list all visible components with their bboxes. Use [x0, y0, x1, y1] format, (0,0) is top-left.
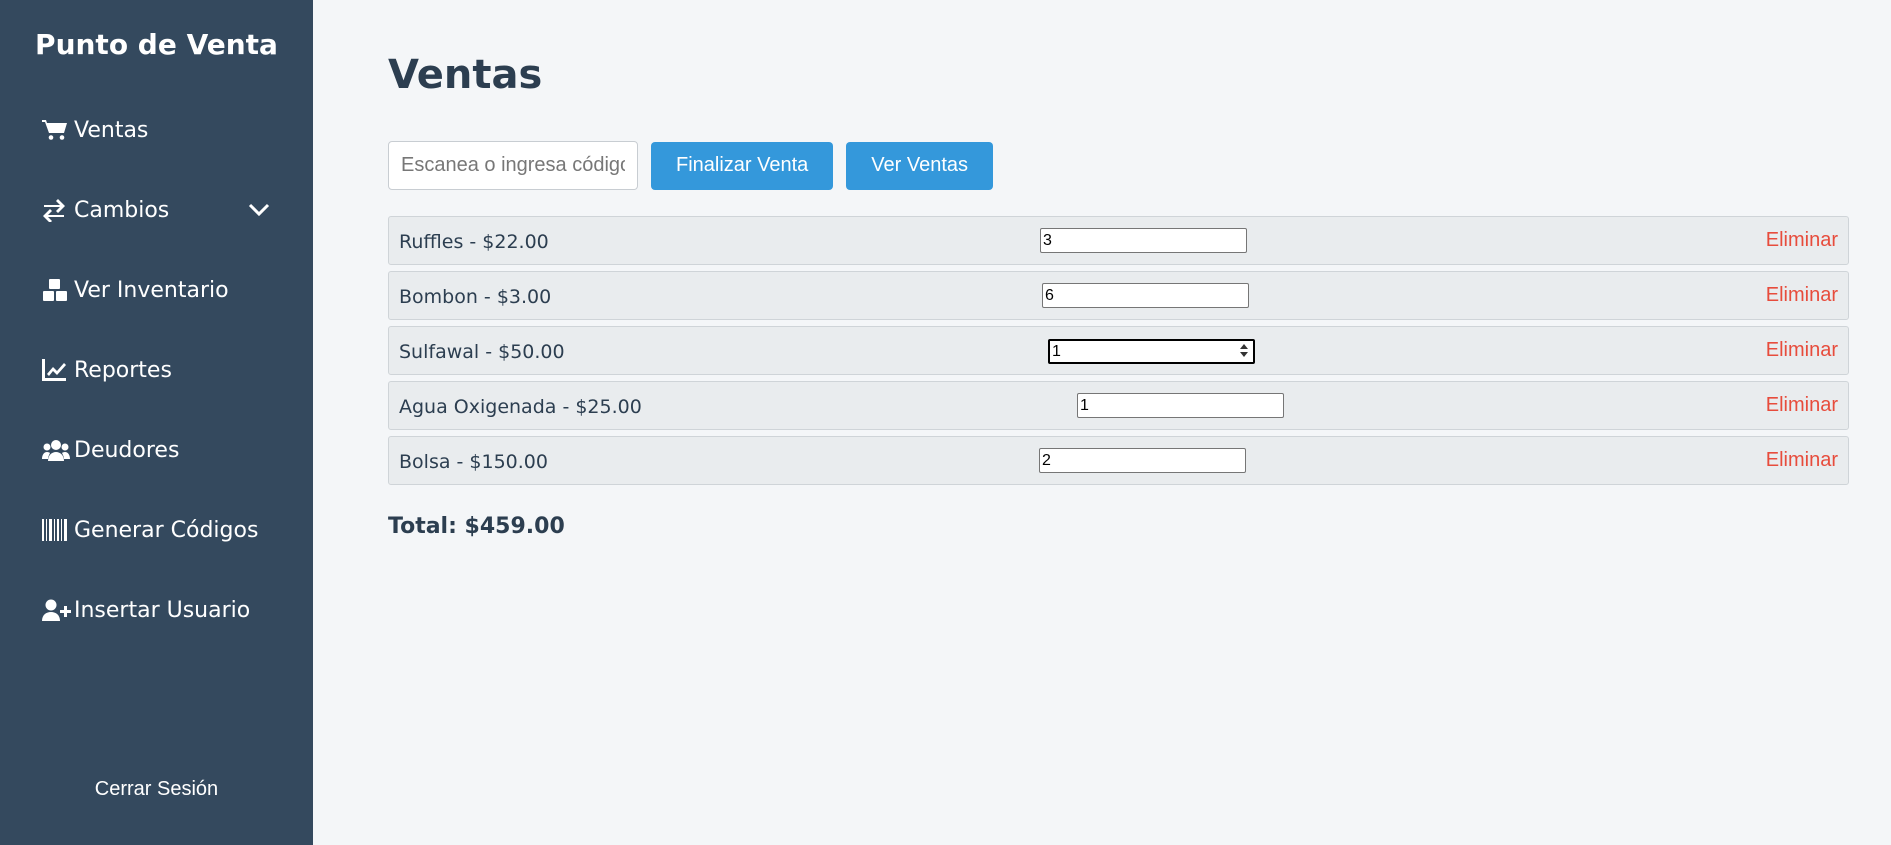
sidebar-item-ventas[interactable]: Ventas — [42, 108, 292, 152]
item-label: Sulfawal - $50.00 — [399, 341, 565, 363]
boxes-icon — [42, 277, 72, 303]
quantity-input[interactable] — [1040, 228, 1247, 253]
list-item: Ruffles - $22.00 Eliminar — [388, 216, 1849, 265]
chart-line-icon — [42, 357, 72, 383]
quantity-stepper — [1048, 339, 1255, 364]
sidebar-item-generar-codigos[interactable]: Generar Códigos — [42, 508, 292, 552]
item-label: Bombon - $3.00 — [399, 286, 552, 308]
quantity-input[interactable] — [1042, 283, 1249, 308]
stepper-arrows-icon[interactable] — [1237, 342, 1251, 359]
sidebar-item-cambios[interactable]: Cambios — [42, 188, 292, 232]
sidebar-item-deudores[interactable]: Deudores — [42, 428, 292, 472]
sidebar-item-label: Cambios — [74, 197, 170, 223]
logout-button[interactable]: Cerrar Sesión — [0, 778, 313, 801]
sidebar-item-label: Insertar Usuario — [74, 597, 251, 623]
item-label: Bolsa - $150.00 — [399, 451, 548, 473]
remove-button[interactable]: Eliminar — [1766, 394, 1838, 417]
remove-button[interactable]: Eliminar — [1766, 229, 1838, 252]
quantity-input[interactable] — [1039, 448, 1246, 473]
cart-list: Ruffles - $22.00 Eliminar Bombon - $3.00… — [388, 216, 1849, 491]
search-input[interactable] — [388, 141, 638, 190]
users-icon — [42, 437, 72, 463]
sidebar-item-label: Ver Inventario — [74, 277, 229, 303]
exchange-icon — [42, 197, 72, 223]
list-item: Bombon - $3.00 Eliminar — [388, 271, 1849, 320]
remove-button[interactable]: Eliminar — [1766, 284, 1838, 307]
sidebar-item-label: Ventas — [74, 117, 149, 143]
sidebar-item-ver-inventario[interactable]: Ver Inventario — [42, 268, 292, 312]
page-title: Ventas — [388, 52, 543, 98]
sidebar-item-label: Generar Códigos — [74, 517, 259, 543]
list-item: Bolsa - $150.00 Eliminar — [388, 436, 1849, 485]
quantity-input[interactable] — [1048, 339, 1255, 364]
view-sales-button[interactable]: Ver Ventas — [846, 141, 994, 190]
barcode-icon — [42, 517, 72, 543]
sidebar: Punto de Venta Ventas Cambios Ver Invent… — [0, 0, 313, 845]
finalize-sale-button[interactable]: Finalizar Venta — [651, 141, 834, 190]
sidebar-item-label: Deudores — [74, 437, 180, 463]
sidebar-item-label: Reportes — [74, 357, 172, 383]
remove-button[interactable]: Eliminar — [1766, 339, 1838, 362]
cart-icon — [42, 117, 72, 143]
list-item: Agua Oxigenada - $25.00 Eliminar — [388, 381, 1849, 430]
item-label: Agua Oxigenada - $25.00 — [399, 396, 642, 418]
list-item: Sulfawal - $50.00 Eliminar — [388, 326, 1849, 375]
quantity-input[interactable] — [1077, 393, 1284, 418]
sidebar-item-insertar-usuario[interactable]: Insertar Usuario — [42, 588, 292, 632]
user-plus-icon — [42, 597, 72, 623]
chevron-down-icon[interactable] — [247, 198, 271, 222]
remove-button[interactable]: Eliminar — [1766, 449, 1838, 472]
brand-title: Punto de Venta — [35, 28, 278, 61]
sidebar-item-reportes[interactable]: Reportes — [42, 348, 292, 392]
sale-total: Total: $459.00 — [388, 514, 565, 539]
main-content: Ventas Finalizar Venta Ver Ventas Ruffle… — [313, 0, 1891, 845]
item-label: Ruffles - $22.00 — [399, 231, 549, 253]
toolbar: Finalizar Venta Ver Ventas — [388, 141, 994, 190]
